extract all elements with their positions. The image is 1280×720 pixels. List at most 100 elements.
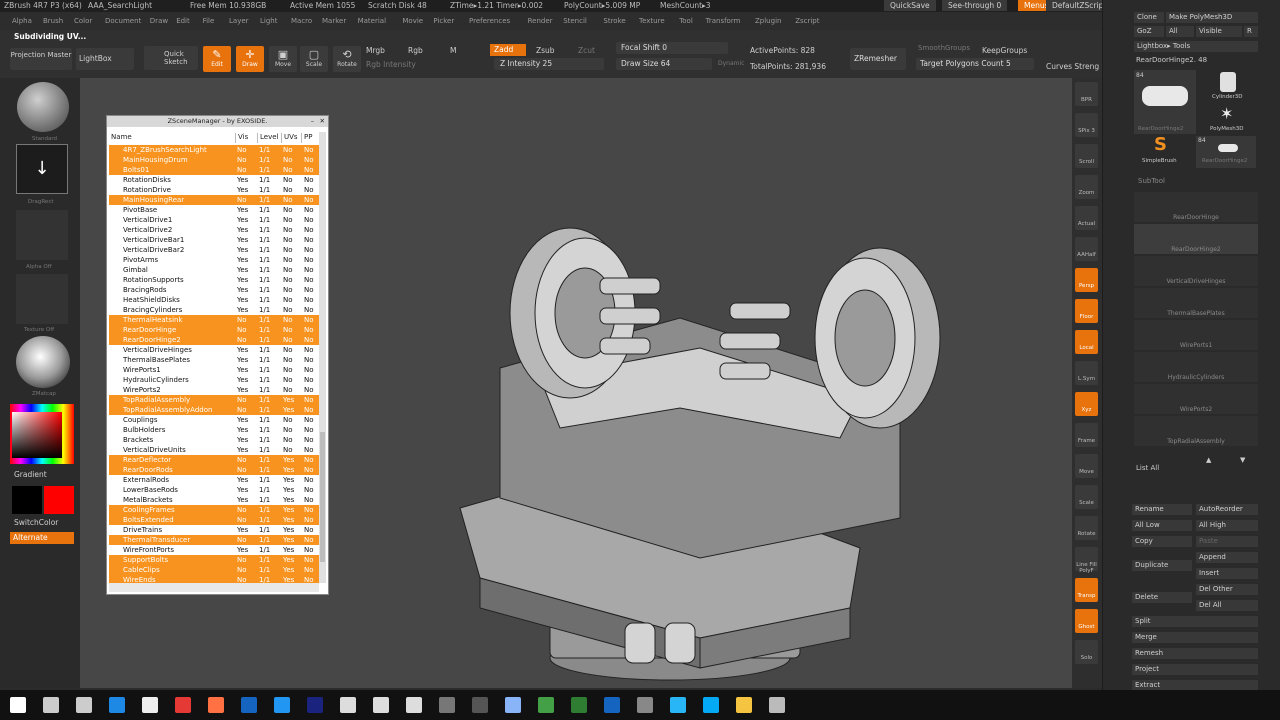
cell-level[interactable]: 1/1 <box>259 575 270 583</box>
cell-pp[interactable]: No <box>304 455 314 465</box>
move-button[interactable]: ▣ Move <box>269 46 297 72</box>
cell-level[interactable]: 1/1 <box>259 495 270 505</box>
cell-uvs[interactable]: No <box>283 255 293 265</box>
table-row[interactable]: RotationDrive Yes 1/1 No No <box>109 185 319 195</box>
rgb-intensity-slider[interactable]: Rgb Intensity <box>366 60 416 69</box>
tool-thumb-polymesh[interactable]: ✶ PolyMesh3D <box>1206 104 1250 136</box>
zcut-button[interactable]: Zcut <box>578 46 595 55</box>
table-row[interactable]: RearDoorHinge2 No 1/1 No No <box>109 335 319 345</box>
cell-level[interactable]: 1/1 <box>259 265 270 275</box>
cell-vis[interactable]: Yes <box>237 275 248 285</box>
cell-uvs[interactable]: No <box>283 385 293 395</box>
menu-item[interactable]: Macro <box>291 17 312 25</box>
cell-vis[interactable]: Yes <box>237 385 248 395</box>
unreal-icon[interactable] <box>439 697 455 713</box>
visible-button[interactable]: Visible <box>1196 26 1242 37</box>
cell-vis[interactable]: No <box>237 325 247 335</box>
subtool-item[interactable]: TopRadialAssembly <box>1134 416 1258 446</box>
cell-pp[interactable]: No <box>304 415 314 425</box>
cell-uvs[interactable]: Yes <box>283 405 294 415</box>
cell-pp[interactable]: No <box>304 445 314 455</box>
cell-vis[interactable]: Yes <box>237 415 248 425</box>
tool-thumb-cylinder[interactable]: Cylinder3D <box>1206 70 1250 102</box>
cell-uvs[interactable]: Yes <box>283 515 294 525</box>
cell-level[interactable]: 1/1 <box>259 425 270 435</box>
search-icon[interactable] <box>43 697 59 713</box>
table-row[interactable]: ExternalRods Yes 1/1 Yes No <box>109 475 319 485</box>
cell-pp[interactable]: No <box>304 565 314 575</box>
menu-item[interactable]: Stencil <box>563 17 587 25</box>
focal-shift-slider[interactable]: Focal Shift 0 <box>616 42 728 54</box>
menu-item[interactable]: Tool <box>679 17 693 25</box>
cell-uvs[interactable]: No <box>283 275 293 285</box>
texture-thumbnail[interactable] <box>16 274 68 324</box>
switch-color-button[interactable]: SwitchColor <box>14 518 58 527</box>
cell-level[interactable]: 1/1 <box>259 185 270 195</box>
all-high-button[interactable]: All High <box>1196 520 1258 531</box>
cell-uvs[interactable]: Yes <box>283 525 294 535</box>
cell-level[interactable]: 1/1 <box>259 315 270 325</box>
duplicate-button[interactable]: Duplicate <box>1132 560 1192 571</box>
cell-level[interactable]: 1/1 <box>259 455 270 465</box>
cell-uvs[interactable]: No <box>283 285 293 295</box>
view-button-floor[interactable]: Floor <box>1075 299 1098 323</box>
insert-button[interactable]: Insert <box>1196 568 1258 579</box>
cell-level[interactable]: 1/1 <box>259 535 270 545</box>
cell-pp[interactable]: No <box>304 165 314 175</box>
menu-item[interactable]: Zplugin <box>755 17 781 25</box>
cell-level[interactable]: 1/1 <box>259 245 270 255</box>
table-row[interactable]: WirePorts1 Yes 1/1 No No <box>109 365 319 375</box>
col-name[interactable]: Name <box>109 133 132 143</box>
cell-vis[interactable]: Yes <box>237 205 248 215</box>
table-row[interactable]: VerticalDrive1 Yes 1/1 No No <box>109 215 319 225</box>
cell-vis[interactable]: Yes <box>237 475 248 485</box>
menu-item[interactable]: Render <box>528 17 553 25</box>
cell-pp[interactable]: No <box>304 545 314 555</box>
cell-vis[interactable]: Yes <box>237 295 248 305</box>
cell-level[interactable]: 1/1 <box>259 445 270 455</box>
cell-uvs[interactable]: No <box>283 415 293 425</box>
cell-pp[interactable]: No <box>304 555 314 565</box>
cell-pp[interactable]: No <box>304 525 314 535</box>
horizontal-scrollbar[interactable] <box>109 583 319 592</box>
cell-vis[interactable]: No <box>237 575 247 583</box>
greenshot-icon[interactable] <box>538 697 554 713</box>
menu-item[interactable]: Layer <box>229 17 249 25</box>
table-row[interactable]: VerticalDriveBar2 Yes 1/1 No No <box>109 245 319 255</box>
cell-uvs[interactable]: Yes <box>283 555 294 565</box>
cell-uvs[interactable]: No <box>283 375 293 385</box>
paint-icon[interactable] <box>670 697 686 713</box>
curves-strength-slider[interactable]: Curves Streng <box>1046 62 1099 71</box>
cell-level[interactable]: 1/1 <box>259 415 270 425</box>
cell-pp[interactable]: No <box>304 235 314 245</box>
cell-vis[interactable]: No <box>237 315 247 325</box>
cell-pp[interactable]: No <box>304 535 314 545</box>
material-thumbnail[interactable] <box>16 336 70 388</box>
cell-vis[interactable]: No <box>237 515 247 525</box>
draw-button[interactable]: ✛ Draw <box>236 46 264 72</box>
zbrush-active-icon[interactable] <box>769 697 785 713</box>
cell-level[interactable]: 1/1 <box>259 555 270 565</box>
table-row[interactable]: RotationSupports Yes 1/1 No No <box>109 275 319 285</box>
menu-item[interactable]: Zscript <box>795 17 819 25</box>
view-button-solo[interactable]: Solo <box>1075 640 1098 664</box>
r-button[interactable]: R <box>1244 26 1258 37</box>
table-row[interactable]: WireFrontPorts Yes 1/1 Yes No <box>109 545 319 555</box>
cell-pp[interactable]: No <box>304 475 314 485</box>
table-row[interactable]: BracingRods Yes 1/1 No No <box>109 285 319 295</box>
edit-button[interactable]: ✎ Edit <box>203 46 231 72</box>
view-button-transp[interactable]: Transp <box>1075 578 1098 602</box>
cell-vis[interactable]: Yes <box>237 175 248 185</box>
view-button-persp[interactable]: Persp <box>1075 268 1098 292</box>
cell-level[interactable]: 1/1 <box>259 525 270 535</box>
cell-level[interactable]: 1/1 <box>259 145 270 155</box>
cell-vis[interactable]: No <box>237 165 247 175</box>
subtool-item[interactable]: VerticalDriveHinges <box>1134 256 1258 286</box>
table-row[interactable]: BulbHolders Yes 1/1 No No <box>109 425 319 435</box>
subtool-item[interactable]: RearDoorHinge <box>1134 192 1258 222</box>
cell-level[interactable]: 1/1 <box>259 205 270 215</box>
cell-pp[interactable]: No <box>304 485 314 495</box>
menu-item[interactable]: Material <box>358 17 386 25</box>
table-row[interactable]: RotationDisks Yes 1/1 No No <box>109 175 319 185</box>
cell-level[interactable]: 1/1 <box>259 155 270 165</box>
